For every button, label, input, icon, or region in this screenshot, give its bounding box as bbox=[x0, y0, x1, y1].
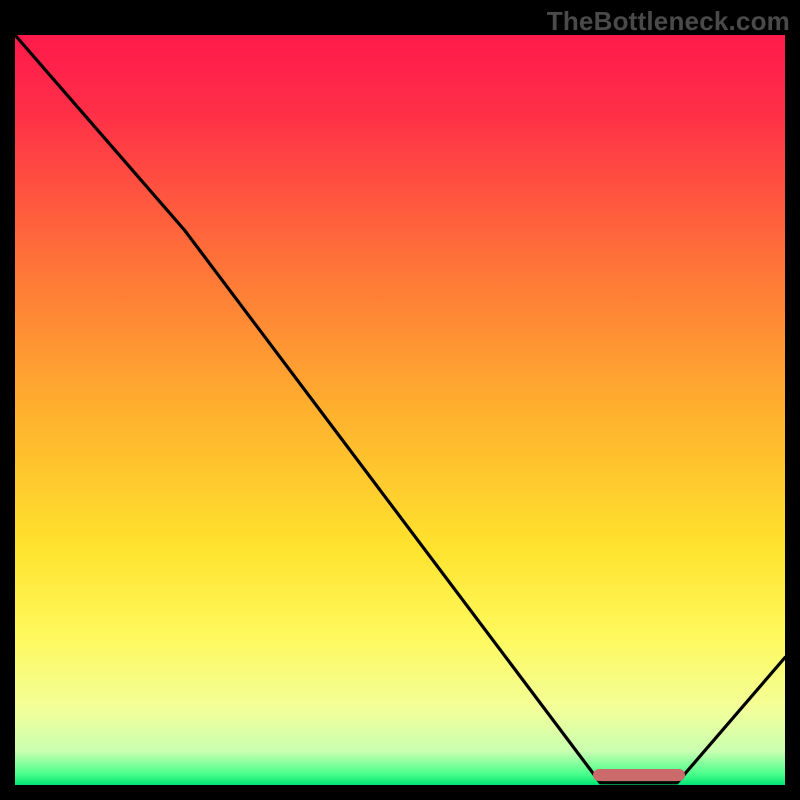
optimal-range-marker bbox=[593, 769, 685, 781]
watermark-text: TheBottleneck.com bbox=[547, 6, 790, 37]
chart-stage: TheBottleneck.com bbox=[0, 0, 800, 800]
plot-area bbox=[15, 35, 785, 785]
bottleneck-curve bbox=[15, 35, 785, 785]
